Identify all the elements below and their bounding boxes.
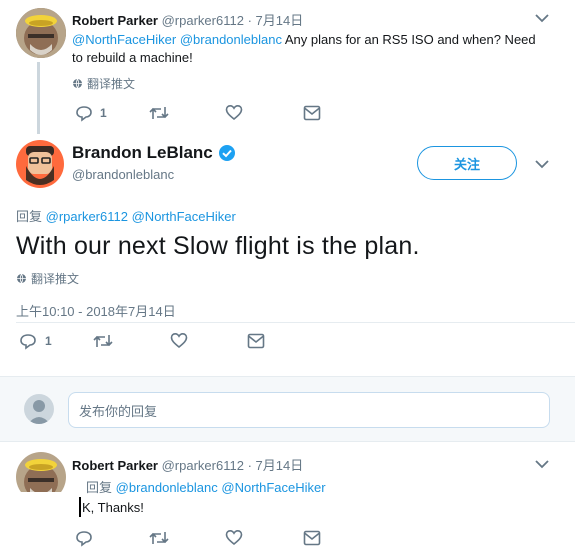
like-icon[interactable] bbox=[225, 104, 243, 121]
like-icon[interactable] bbox=[170, 332, 188, 349]
author-name[interactable]: Robert Parker bbox=[72, 13, 158, 28]
mention-link[interactable]: @brandonleblanc bbox=[180, 32, 282, 47]
separator-dot: · bbox=[247, 458, 252, 473]
mention-link[interactable]: @rparker6112 bbox=[46, 209, 128, 224]
translate-label: 翻译推文 bbox=[87, 77, 136, 91]
reply-icon[interactable] bbox=[75, 104, 93, 122]
avatar-current-user bbox=[24, 394, 54, 424]
tweet-actions: 1 bbox=[19, 332, 279, 350]
tweet-date[interactable]: 7月14日 bbox=[256, 458, 304, 473]
tweet-date[interactable]: 7月14日 bbox=[256, 13, 304, 28]
follow-button[interactable]: 关注 bbox=[417, 146, 517, 180]
thread-line bbox=[37, 62, 40, 134]
avatar-clip bbox=[10, 492, 74, 504]
mention-link[interactable]: @NorthFaceHiker bbox=[72, 32, 176, 47]
message-icon[interactable] bbox=[247, 333, 265, 349]
globe-icon bbox=[16, 273, 27, 284]
reply-input-placeholder: 发布你的回复 bbox=[79, 403, 158, 419]
verified-badge-icon bbox=[218, 144, 236, 162]
message-icon[interactable] bbox=[303, 105, 321, 121]
replying-to: 回复 @rparker6112 @NorthFaceHiker bbox=[16, 206, 236, 225]
translate-label: 翻译推文 bbox=[31, 272, 80, 286]
author-name[interactable]: Robert Parker bbox=[72, 458, 158, 473]
message-icon[interactable] bbox=[303, 530, 321, 546]
tweet-text: Any plans for an RS5 ISO and when? Need bbox=[281, 32, 536, 47]
reply-input[interactable]: 发布你的回复 bbox=[68, 392, 550, 428]
reply-prefix: 回复 bbox=[86, 480, 113, 495]
avatar-brandon-leblanc[interactable] bbox=[16, 140, 64, 188]
translate-tweet-link[interactable]: 翻译推文 bbox=[16, 270, 79, 287]
tweet-text: With our next Slow flight is the plan. bbox=[16, 232, 420, 260]
author-handle[interactable]: @rparker6112 bbox=[162, 458, 244, 473]
text-cursor bbox=[79, 497, 81, 517]
chevron-down-icon[interactable] bbox=[534, 12, 550, 24]
author-handle[interactable]: @rparker6112 bbox=[162, 13, 244, 28]
mention-link[interactable]: @NorthFaceHiker bbox=[221, 480, 325, 495]
separator-line bbox=[16, 322, 575, 323]
separator-dot: · bbox=[247, 13, 252, 28]
like-icon[interactable] bbox=[225, 529, 243, 546]
tweet-text: K, Thanks! bbox=[82, 500, 144, 515]
reply-count: 1 bbox=[100, 106, 107, 120]
author-name[interactable]: Brandon LeBlanc bbox=[72, 143, 213, 163]
tweet-text: to rebuild a machine! bbox=[72, 50, 193, 65]
follow-label: 关注 bbox=[453, 156, 480, 172]
compose-reply-area: 发布你的回复 bbox=[0, 376, 575, 442]
chevron-down-icon[interactable] bbox=[534, 158, 550, 170]
mention-link[interactable]: @brandonleblanc bbox=[116, 480, 218, 495]
avatar-robert-parker[interactable] bbox=[16, 8, 66, 58]
retweet-icon[interactable] bbox=[149, 530, 169, 546]
globe-icon bbox=[72, 78, 83, 89]
retweet-icon[interactable] bbox=[149, 105, 169, 121]
replying-to: 回复 @brandonleblanc @NorthFaceHiker bbox=[86, 477, 326, 496]
reply-prefix: 回复 bbox=[16, 209, 43, 224]
reply-count: 1 bbox=[45, 334, 52, 348]
mention-link[interactable]: @NorthFaceHiker bbox=[132, 209, 236, 224]
author-handle[interactable]: @brandonleblanc bbox=[72, 167, 174, 182]
tweet-actions: 1 bbox=[75, 104, 335, 122]
retweet-icon[interactable] bbox=[93, 333, 113, 349]
chevron-down-icon[interactable] bbox=[534, 458, 550, 470]
tweet-actions bbox=[75, 529, 335, 547]
translate-tweet-link[interactable]: 翻译推文 bbox=[72, 75, 135, 92]
tweet-timestamp[interactable]: 上午10:10 - 2018年7月14日 bbox=[16, 301, 176, 320]
reply-icon[interactable] bbox=[75, 529, 93, 547]
reply-icon[interactable] bbox=[19, 332, 37, 350]
